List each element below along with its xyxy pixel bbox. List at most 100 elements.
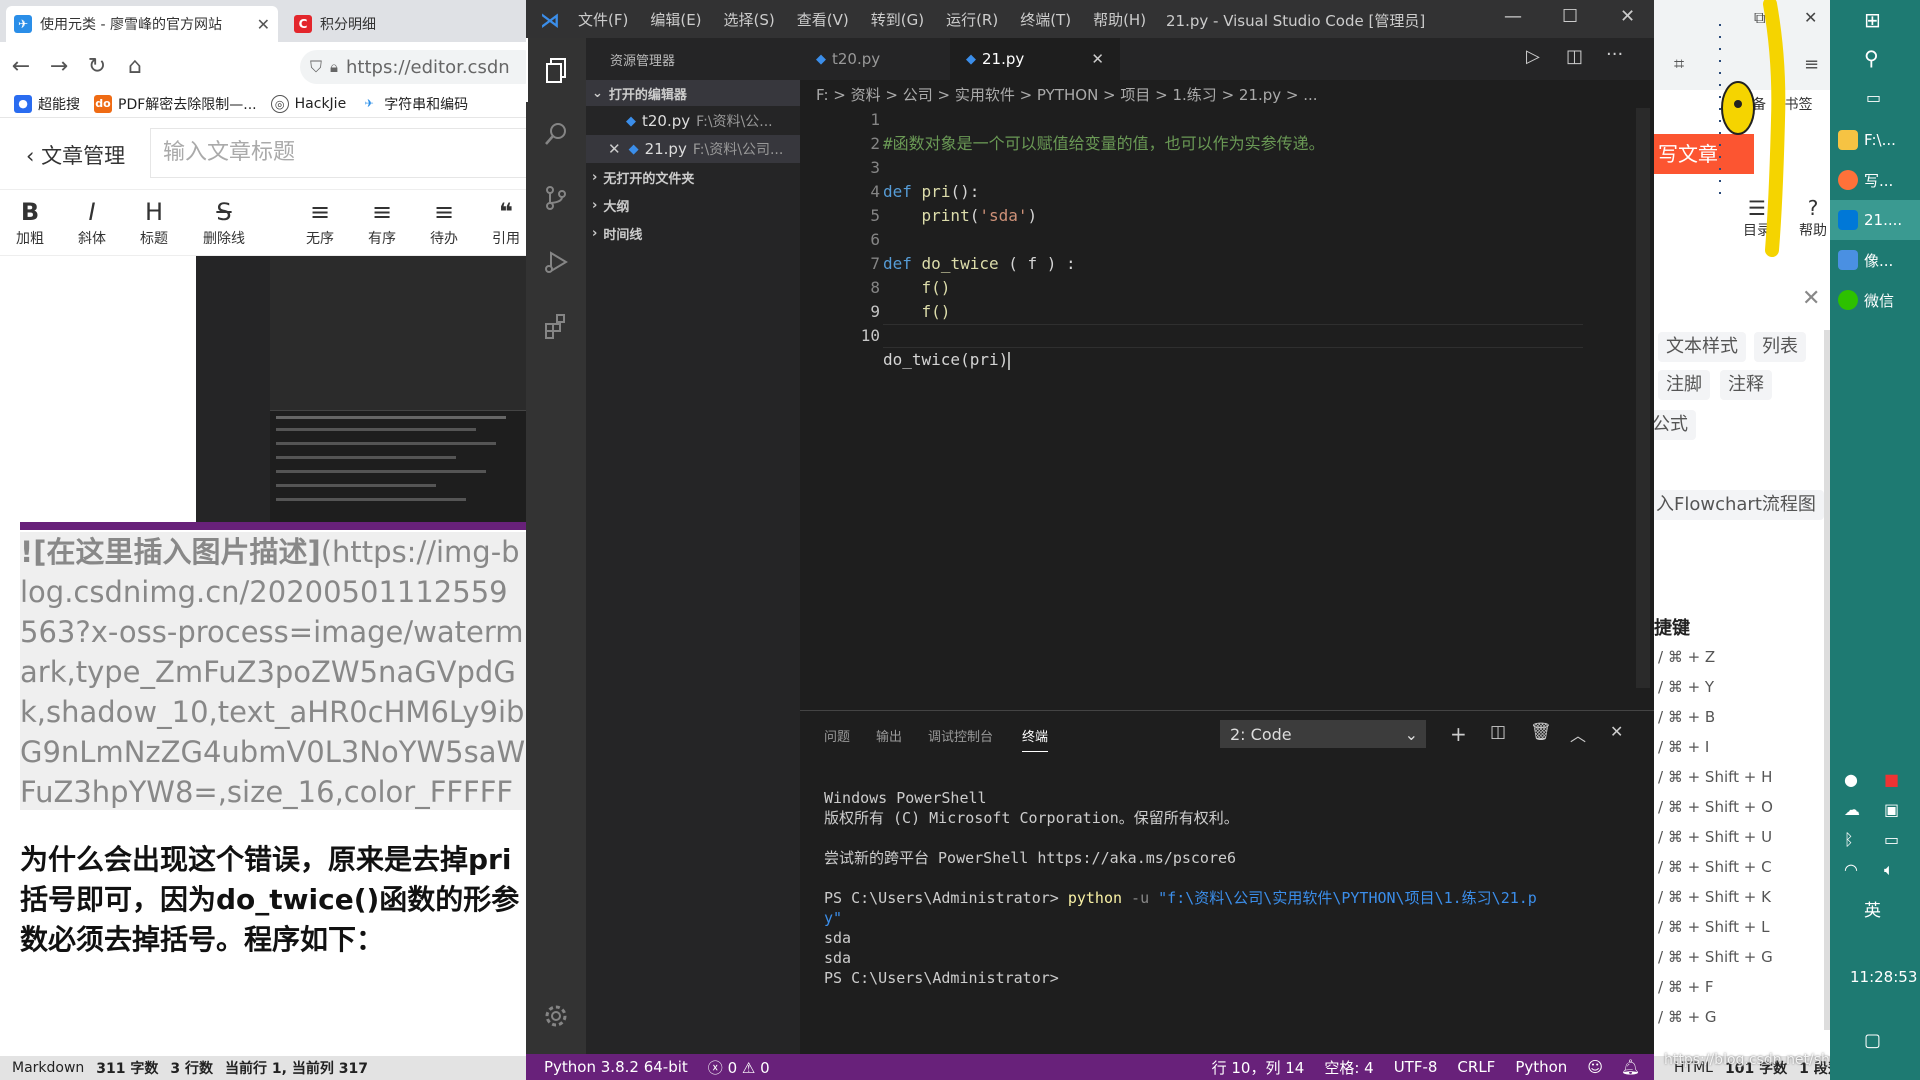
feedback-icon[interactable]: ☺ [1587, 1058, 1603, 1076]
strikethrough-button[interactable]: S 删除线 [196, 196, 252, 248]
breadcrumb[interactable]: F: > 资料 > 公司 > 实用软件 > PYTHON > 项目 > 1.练习… [816, 84, 1318, 105]
cloud-icon[interactable]: ☁ [1844, 800, 1860, 819]
bookmark-item[interactable]: do PDF解密去除限制—... [94, 94, 257, 114]
split-editor-icon[interactable]: ◫ [1566, 46, 1583, 67]
cursor-position[interactable]: 行 10，列 14 [1212, 1057, 1305, 1078]
notification-bell-icon[interactable]: 🔔︎ [1621, 1058, 1640, 1076]
tag-list[interactable]: 列表 [1754, 332, 1806, 362]
notification-center-icon[interactable]: ▢ [1864, 1030, 1881, 1051]
tab-t20[interactable]: ◆ t20.py [800, 38, 950, 80]
outline-section[interactable]: › 大纲 [586, 192, 800, 218]
close-tab-icon[interactable]: ✕ [1091, 50, 1104, 68]
address-bar[interactable]: ⛉ 🔒︎ https://editor.csdn [300, 50, 526, 84]
unordered-list-button[interactable]: ≡ 无序 [292, 196, 348, 248]
timeline-section[interactable]: › 时间线 [586, 220, 800, 246]
browser-tab-points[interactable]: C 积分明细 [286, 6, 526, 42]
tab-debug-console[interactable]: 调试控制台 [928, 726, 993, 745]
tag-text-style[interactable]: 文本样式 [1658, 332, 1746, 362]
article-manage-link[interactable]: ‹ 文章管理 [26, 140, 125, 170]
indentation[interactable]: 空格: 4 [1324, 1057, 1373, 1078]
ordered-list-button[interactable]: ≡ 有序 [354, 196, 410, 248]
task-view-icon[interactable]: ▭ [1866, 88, 1881, 107]
python-interpreter[interactable]: Python 3.8.2 64-bit [544, 1058, 688, 1076]
article-body-text[interactable]: 为什么会出现这个错误，原来是去掉pri 括号即可，因为do_twice()函数的… [20, 840, 526, 960]
home-icon[interactable]: ⌂ [118, 49, 152, 83]
markdown-image-link[interactable]: ![在这里插入图片描述](https://img-blog.csdnimg.cn… [20, 532, 526, 810]
settings-gear-icon[interactable] [526, 984, 586, 1048]
menu-go[interactable]: 转到(G) [871, 9, 924, 30]
quote-button[interactable]: ❝ 引用 [478, 196, 526, 248]
tag-comment[interactable]: 注释 [1720, 370, 1772, 400]
menu-view[interactable]: 查看(V) [797, 9, 849, 30]
taskbar-item-firefox[interactable]: 写... [1830, 160, 1920, 200]
tab-terminal[interactable]: 终端 [1022, 726, 1049, 752]
tag-flowchart[interactable]: 入Flowchart流程图 [1654, 490, 1824, 520]
close-window-icon[interactable]: ✕ [1804, 8, 1817, 27]
italic-button[interactable]: I 斜体 [64, 196, 120, 248]
tab-output[interactable]: 输出 [876, 726, 902, 745]
tray-app-icon[interactable]: ▣ [1884, 800, 1899, 819]
search-icon[interactable]: ⚲ [1864, 46, 1879, 70]
source-control-icon[interactable] [526, 166, 586, 230]
split-terminal-icon[interactable]: ◫ [1490, 722, 1506, 742]
clock[interactable]: 11:28:53 [1850, 968, 1917, 986]
trash-icon[interactable]: 🗑︎ [1530, 722, 1552, 742]
bold-button[interactable]: B 加粗 [2, 196, 58, 248]
menu-selection[interactable]: 选择(S) [724, 9, 775, 30]
taskbar-item-image[interactable]: 像... [1830, 240, 1920, 280]
menu-icon[interactable]: ≡ [1804, 54, 1819, 75]
code-editor[interactable]: #函数对象是一个可以赋值给变量的值，也可以作为实参传递。 def pri(): … [883, 108, 1583, 420]
new-terminal-icon[interactable]: + [1450, 722, 1467, 746]
wechat-tray-icon[interactable]: ● [1844, 770, 1858, 789]
tag-formula[interactable]: 公式 [1654, 410, 1696, 440]
taskbar-item-explorer[interactable]: F:\... [1830, 120, 1920, 160]
tab-21[interactable]: ◆ 21.py ✕ [950, 38, 1120, 80]
open-editors-section[interactable]: ⌄ 打开的编辑器 [586, 80, 800, 106]
maximize-icon[interactable]: ☐ [1562, 6, 1578, 27]
run-file-icon[interactable]: ▷ [1526, 46, 1540, 67]
menu-edit[interactable]: 编辑(E) [650, 9, 701, 30]
explorer-icon[interactable] [526, 38, 586, 102]
extensions-icon[interactable] [526, 294, 586, 358]
todo-list-button[interactable]: ≡ 待办 [416, 196, 472, 248]
forward-icon[interactable]: → [42, 49, 76, 83]
taskbar-item-vscode[interactable]: 21.... [1830, 200, 1920, 240]
line-ending[interactable]: CRLF [1457, 1058, 1495, 1076]
bookmark-item[interactable]: ◎ HackJie [270, 94, 346, 113]
bookmark-item[interactable]: ✈ 字符串和编码 [360, 94, 468, 114]
reload-icon[interactable]: ↻ [80, 49, 114, 83]
open-editor-t20[interactable]: ◆ t20.py F:\资料\公... [586, 107, 800, 135]
heading-button[interactable]: H 标题 [126, 196, 182, 248]
menu-run[interactable]: 运行(R) [946, 9, 998, 30]
terminal-select[interactable]: 2: Code ⌄ [1220, 720, 1426, 748]
volume-icon[interactable]: 🔈︎ [1884, 860, 1894, 880]
minimize-icon[interactable]: — [1504, 6, 1522, 27]
problems-count[interactable]: ⓧ 0 ⚠ 0 [708, 1057, 770, 1078]
encoding[interactable]: UTF-8 [1394, 1058, 1438, 1076]
taskbar-item-wechat[interactable]: 微信 [1830, 280, 1920, 320]
tray-app-icon[interactable]: ■ [1884, 770, 1899, 789]
back-icon[interactable]: ← [4, 49, 38, 83]
tag-footnote[interactable]: 注脚 [1658, 370, 1710, 400]
help-button[interactable]: ? 帮助 [1790, 196, 1830, 240]
close-panel-icon[interactable]: ✕ [1610, 722, 1623, 741]
close-window-icon[interactable]: ✕ [1620, 6, 1635, 27]
browser-tab-liaoxuefeng[interactable]: ✈ 使用元类 - 廖雪峰的官方网站 ✕ [6, 6, 278, 42]
language-mode[interactable]: Python [1515, 1058, 1567, 1076]
bluetooth-icon[interactable]: ᛒ [1844, 830, 1854, 849]
close-panel-icon[interactable]: ✕ [1802, 286, 1820, 311]
more-actions-icon[interactable]: ··· [1606, 44, 1623, 65]
article-title-input[interactable]: 输入文章标题 [150, 128, 526, 178]
editor-scrollbar[interactable] [1636, 108, 1650, 688]
wifi-icon[interactable]: ◠ [1844, 860, 1858, 879]
menu-terminal[interactable]: 终端(T) [1020, 9, 1071, 30]
menu-help[interactable]: 帮助(H) [1093, 9, 1146, 30]
bookmark-item[interactable]: ● 超能搜 [14, 94, 80, 114]
input-method-indicator[interactable]: 英 [1864, 896, 1881, 921]
close-icon[interactable]: ✕ [608, 140, 621, 158]
open-editor-21[interactable]: ✕ ◆ 21.py F:\资料\公司... [586, 135, 800, 163]
menu-file[interactable]: 文件(F) [578, 9, 628, 30]
close-tab-icon[interactable]: ✕ [257, 15, 270, 34]
tab-problems[interactable]: 问题 [824, 726, 850, 745]
terminal-output[interactable]: Windows PowerShell 版权所有 (C) Microsoft Cor… [824, 768, 1624, 1028]
